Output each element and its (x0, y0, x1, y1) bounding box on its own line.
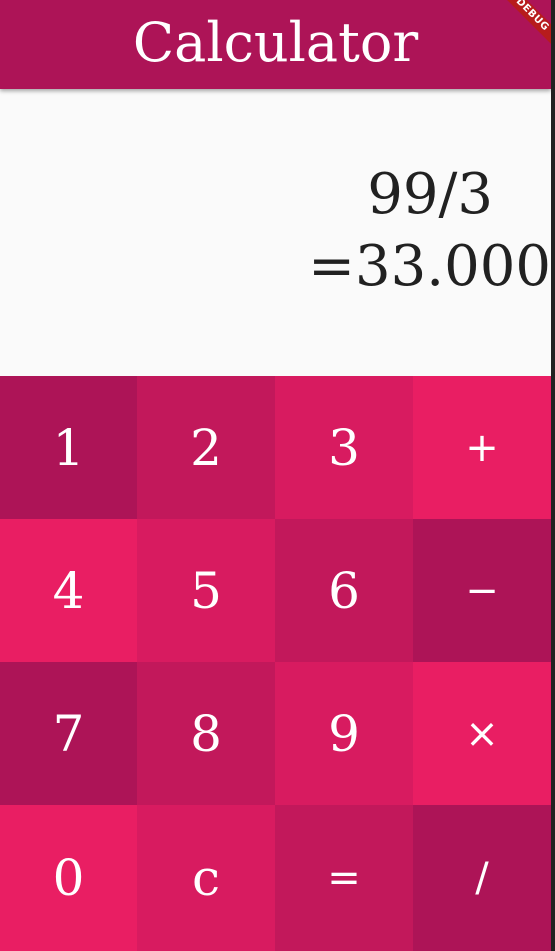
calculator-screen: Calculator DEBUG 99/3 =33.000 1 2 3 + 4 … (0, 0, 551, 951)
app-bar: Calculator (0, 0, 551, 89)
key-4[interactable]: 4 (0, 519, 137, 662)
key-9[interactable]: 9 (275, 662, 413, 805)
app-title: Calculator (132, 10, 419, 74)
key-multiply[interactable]: × (413, 662, 551, 805)
expression-text: 99/3 (367, 162, 493, 227)
window-edge (551, 0, 555, 951)
key-8[interactable]: 8 (137, 662, 275, 805)
keypad: 1 2 3 + 4 5 6 − 7 8 9 × 0 c = / (0, 376, 551, 951)
key-equals[interactable]: = (275, 805, 413, 951)
key-subtract[interactable]: − (413, 519, 551, 662)
key-divide[interactable]: / (413, 805, 551, 951)
key-add[interactable]: + (413, 376, 551, 519)
result-text: =33.000 (308, 234, 551, 299)
debug-banner-label: DEBUG (495, 0, 551, 52)
key-5[interactable]: 5 (137, 519, 275, 662)
key-2[interactable]: 2 (137, 376, 275, 519)
key-0[interactable]: 0 (0, 805, 137, 951)
debug-banner: DEBUG (491, 0, 551, 60)
key-6[interactable]: 6 (275, 519, 413, 662)
key-1[interactable]: 1 (0, 376, 137, 519)
key-clear[interactable]: c (137, 805, 275, 951)
key-3[interactable]: 3 (275, 376, 413, 519)
display-panel: 99/3 =33.000 (0, 89, 551, 376)
key-7[interactable]: 7 (0, 662, 137, 805)
